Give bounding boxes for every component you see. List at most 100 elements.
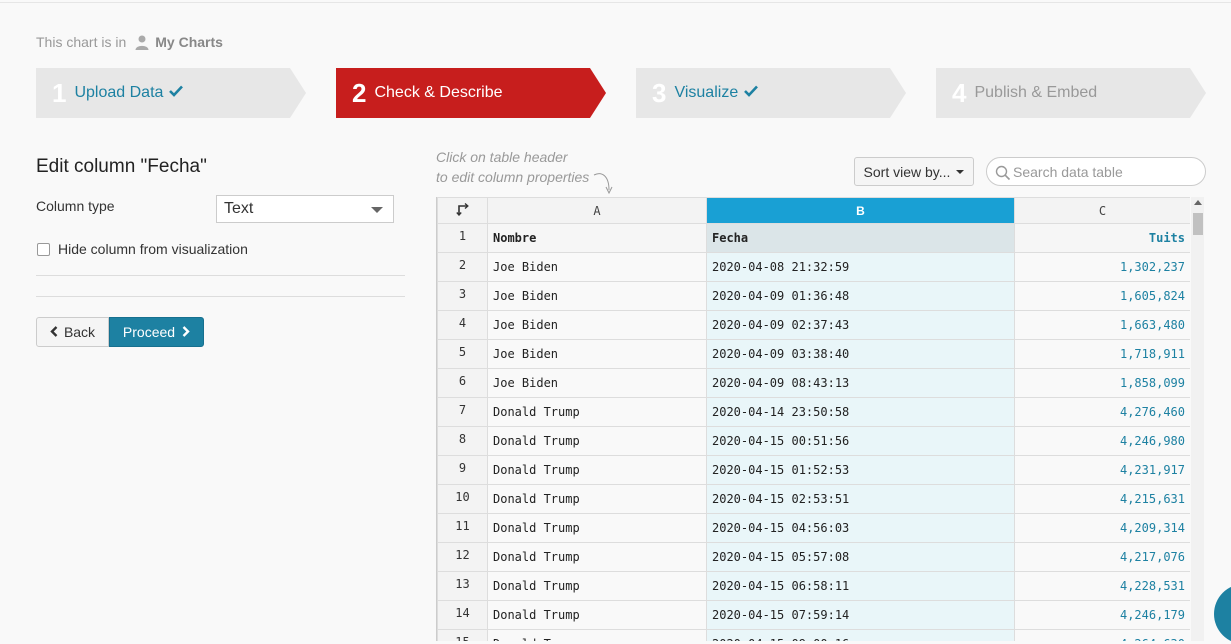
search-input[interactable] (1013, 162, 1193, 181)
cell-nombre[interactable]: Donald Trump (487, 600, 707, 630)
cell-tuits[interactable]: 4,217,076 (1014, 542, 1190, 572)
back-label: Back (63, 324, 96, 340)
table-row: 2 Joe Biden 2020-04-08 21:32:59 1,302,237 (437, 252, 1190, 282)
folder-info: This chart is in My Charts (36, 34, 223, 50)
cell-nombre[interactable]: Nombre (487, 223, 707, 253)
column-type-value: Text (224, 200, 254, 217)
row-number: 1 (437, 223, 488, 253)
cell-fecha[interactable]: 2020-04-14 23:50:58 (706, 397, 1015, 427)
step-label: Visualize (674, 84, 739, 101)
cell-nombre[interactable]: Joe Biden (487, 368, 707, 398)
row-number: 5 (437, 339, 488, 369)
column-type-select[interactable]: Text (216, 195, 394, 223)
cell-tuits[interactable]: Tuits (1014, 223, 1190, 253)
step-upload-data[interactable]: 1 Upload Data (36, 68, 306, 118)
cell-tuits[interactable]: 1,302,237 (1014, 252, 1190, 282)
row-number: 4 (437, 310, 488, 340)
row-number: 3 (437, 281, 488, 311)
sort-view-button[interactable]: Sort view by... (854, 157, 974, 186)
cell-fecha[interactable]: 2020-04-15 06:58:11 (706, 571, 1015, 601)
cell-fecha[interactable]: 2020-04-15 02:53:51 (706, 484, 1015, 514)
table-body: 1 Nombre Fecha Tuits 2 Joe Biden 2020-04-08 21… (437, 223, 1190, 641)
back-button[interactable]: Back (36, 317, 109, 347)
checkmark-icon (169, 84, 184, 102)
search-icon (995, 165, 1011, 181)
cell-tuits[interactable]: 4,209,314 (1014, 513, 1190, 543)
column-header-a[interactable]: A (487, 197, 707, 224)
cell-tuits[interactable]: 4,246,980 (1014, 426, 1190, 456)
cell-tuits[interactable]: 1,858,099 (1014, 368, 1190, 398)
step-visualize[interactable]: 3 Visualize (636, 68, 906, 118)
step-number: 4 (952, 77, 967, 108)
cell-nombre[interactable]: Donald Trump (487, 484, 707, 514)
cell-nombre[interactable]: Joe Biden (487, 310, 707, 340)
cell-nombre[interactable]: Joe Biden (487, 281, 707, 311)
scrollbar-thumb[interactable] (1193, 213, 1203, 235)
column-header-b[interactable]: B (706, 197, 1015, 224)
cell-fecha[interactable]: 2020-04-09 03:38:40 (706, 339, 1015, 369)
cell-nombre[interactable]: Joe Biden (487, 339, 707, 369)
cell-tuits[interactable]: 1,605,824 (1014, 281, 1190, 311)
divider (36, 296, 405, 297)
chevron-right-icon (182, 324, 190, 340)
top-divider (0, 2, 1231, 3)
cell-tuits[interactable]: 4,215,631 (1014, 484, 1190, 514)
curved-arrow-icon (593, 173, 613, 195)
cell-nombre[interactable]: Donald Trump (487, 513, 707, 543)
table-hint-line1: Click on table header (436, 149, 568, 165)
hide-column-option[interactable]: Hide column from visualization (37, 241, 248, 257)
hide-column-checkbox[interactable] (37, 242, 50, 256)
cell-tuits[interactable]: 4,231,917 (1014, 455, 1190, 485)
cell-tuits[interactable]: 4,228,531 (1014, 571, 1190, 601)
cell-tuits[interactable]: 4,276,460 (1014, 397, 1190, 427)
step-check-describe[interactable]: 2 Check & Describe (336, 68, 606, 118)
proceed-button[interactable]: Proceed (109, 317, 204, 347)
cell-tuits[interactable]: 1,718,911 (1014, 339, 1190, 369)
row-number: 13 (437, 571, 488, 601)
cell-nombre[interactable]: Donald Trump (487, 397, 707, 427)
cell-nombre[interactable]: Donald Trump (487, 542, 707, 572)
table-scrollbar[interactable] (1191, 197, 1204, 641)
step-label: Publish & Embed (974, 84, 1098, 101)
folder-link[interactable]: My Charts (155, 34, 223, 50)
cell-nombre[interactable]: Donald Trump (487, 426, 707, 456)
step-publish-embed[interactable]: 4 Publish & Embed (936, 68, 1206, 118)
cell-fecha[interactable]: 2020-04-09 08:43:13 (706, 368, 1015, 398)
scroll-up-arrow-icon[interactable] (1194, 200, 1202, 205)
cell-fecha[interactable]: 2020-04-15 09:00:16 (706, 629, 1015, 641)
cell-fecha[interactable]: 2020-04-09 01:36:48 (706, 281, 1015, 311)
row-number: 12 (437, 542, 488, 572)
cell-tuits[interactable]: 4,246,179 (1014, 600, 1190, 630)
cell-fecha[interactable]: 2020-04-15 01:52:53 (706, 455, 1015, 485)
table-row: 8 Donald Trump 2020-04-15 00:51:56 4,246,98… (437, 426, 1190, 456)
cell-fecha[interactable]: 2020-04-08 21:32:59 (706, 252, 1015, 282)
cell-nombre[interactable]: Joe Biden (487, 252, 707, 282)
row-number: 7 (437, 397, 488, 427)
transpose-button[interactable] (437, 197, 488, 224)
row-number: 8 (437, 426, 488, 456)
row-number: 9 (437, 455, 488, 485)
cell-nombre[interactable]: Donald Trump (487, 455, 707, 485)
cell-fecha[interactable]: Fecha (706, 223, 1015, 253)
checkmark-icon (744, 84, 759, 102)
cell-fecha[interactable]: 2020-04-09 02:37:43 (706, 310, 1015, 340)
cell-fecha[interactable]: 2020-04-15 00:51:56 (706, 426, 1015, 456)
cell-fecha[interactable]: 2020-04-15 04:56:03 (706, 513, 1015, 543)
cell-tuits[interactable]: 1,663,480 (1014, 310, 1190, 340)
table-row: 6 Joe Biden 2020-04-09 08:43:13 1,858,099 (437, 368, 1190, 398)
column-header-c[interactable]: C (1014, 197, 1190, 224)
data-table: A B C 1 Nombre Fecha Tuits 2 Joe Biden 2020-04… (436, 197, 1190, 641)
table-row: 5 Joe Biden 2020-04-09 03:38:40 1,718,911 (437, 339, 1190, 369)
row-number: 14 (437, 600, 488, 630)
cell-nombre[interactable]: Donald Trump (487, 629, 707, 641)
column-header-row: A B C (437, 197, 1190, 224)
cell-nombre[interactable]: Donald Trump (487, 571, 707, 601)
help-chat-button[interactable] (1214, 584, 1231, 644)
cell-fecha[interactable]: 2020-04-15 05:57:08 (706, 542, 1015, 572)
cell-tuits[interactable]: 4,264,630 (1014, 629, 1190, 641)
table-row: 12 Donald Trump 2020-04-15 05:57:08 4,217,0… (437, 542, 1190, 572)
table-row: 14 Donald Trump 2020-04-15 07:59:14 4,246,1… (437, 600, 1190, 630)
user-icon (134, 34, 150, 50)
cell-fecha[interactable]: 2020-04-15 07:59:14 (706, 600, 1015, 630)
table-row: 1 Nombre Fecha Tuits (437, 223, 1190, 253)
